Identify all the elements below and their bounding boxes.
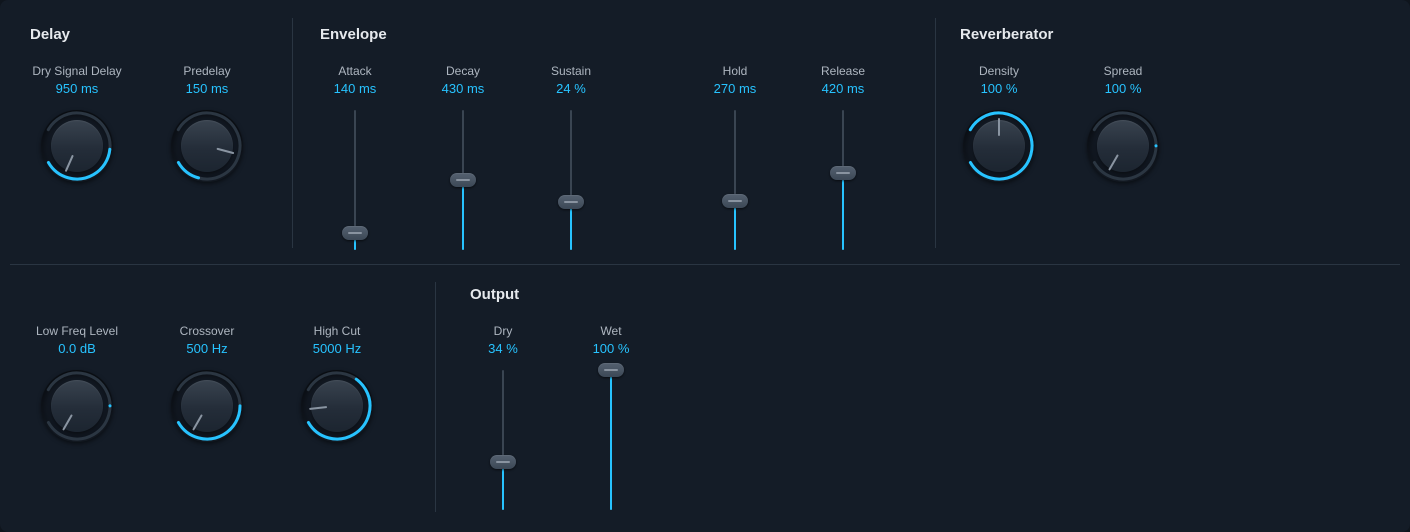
slider-wet[interactable]	[597, 370, 625, 510]
control-low-freq-level: Low Freq Level 0.0 dB	[22, 324, 132, 442]
value-dry: 34 %	[448, 341, 558, 356]
slider-hold[interactable]	[721, 110, 749, 250]
knob-dry-signal-delay[interactable]	[41, 110, 113, 182]
control-wet: Wet 100 %	[556, 324, 666, 510]
control-density: Density 100 %	[944, 64, 1054, 182]
slider-sustain[interactable]	[557, 110, 585, 250]
value-density: 100 %	[944, 81, 1054, 96]
section-title-output: Output	[470, 286, 519, 303]
value-dry-signal-delay: 950 ms	[22, 81, 132, 96]
control-hold: Hold 270 ms	[680, 64, 790, 250]
slider-dry[interactable]	[489, 370, 517, 510]
knob-spread[interactable]	[1087, 110, 1159, 182]
control-decay: Decay 430 ms	[408, 64, 518, 250]
knob-high-cut[interactable]	[301, 370, 373, 442]
value-attack: 140 ms	[300, 81, 410, 96]
label-low-freq-level: Low Freq Level	[22, 324, 132, 338]
label-density: Density	[944, 64, 1054, 78]
value-wet: 100 %	[556, 341, 666, 356]
value-predelay: 150 ms	[152, 81, 262, 96]
control-crossover: Crossover 500 Hz	[152, 324, 262, 442]
control-dry-signal-delay: Dry Signal Delay 950 ms	[22, 64, 132, 182]
value-crossover: 500 Hz	[152, 341, 262, 356]
label-sustain: Sustain	[516, 64, 626, 78]
label-release: Release	[788, 64, 898, 78]
label-predelay: Predelay	[152, 64, 262, 78]
slider-release[interactable]	[829, 110, 857, 250]
control-high-cut: High Cut 5000 Hz	[282, 324, 392, 442]
section-title-envelope: Envelope	[320, 26, 387, 43]
control-release: Release 420 ms	[788, 64, 898, 250]
value-spread: 100 %	[1068, 81, 1178, 96]
slider-decay[interactable]	[449, 110, 477, 250]
control-predelay: Predelay 150 ms	[152, 64, 262, 182]
control-spread: Spread 100 %	[1068, 64, 1178, 182]
divider-delay-envelope	[292, 18, 293, 248]
divider-eq-output	[435, 282, 436, 512]
label-dry: Dry	[448, 324, 558, 338]
section-title-delay: Delay	[30, 26, 70, 43]
knob-low-freq-level[interactable]	[41, 370, 113, 442]
label-spread: Spread	[1068, 64, 1178, 78]
label-hold: Hold	[680, 64, 790, 78]
control-dry: Dry 34 %	[448, 324, 558, 510]
divider-envelope-reverb	[935, 18, 936, 248]
value-release: 420 ms	[788, 81, 898, 96]
label-dry-signal-delay: Dry Signal Delay	[22, 64, 132, 78]
slider-attack[interactable]	[341, 110, 369, 250]
label-wet: Wet	[556, 324, 666, 338]
knob-density[interactable]	[963, 110, 1035, 182]
label-attack: Attack	[300, 64, 410, 78]
label-crossover: Crossover	[152, 324, 262, 338]
value-low-freq-level: 0.0 dB	[22, 341, 132, 356]
row-divider	[10, 264, 1400, 265]
knob-crossover[interactable]	[171, 370, 243, 442]
label-high-cut: High Cut	[282, 324, 392, 338]
value-sustain: 24 %	[516, 81, 626, 96]
knob-predelay[interactable]	[171, 110, 243, 182]
value-high-cut: 5000 Hz	[282, 341, 392, 356]
control-attack: Attack 140 ms	[300, 64, 410, 250]
control-sustain: Sustain 24 %	[516, 64, 626, 250]
section-title-reverberator: Reverberator	[960, 26, 1053, 43]
label-decay: Decay	[408, 64, 518, 78]
fx-panel: Delay Envelope Reverberator Output Dry S…	[0, 0, 1410, 532]
value-decay: 430 ms	[408, 81, 518, 96]
value-hold: 270 ms	[680, 81, 790, 96]
